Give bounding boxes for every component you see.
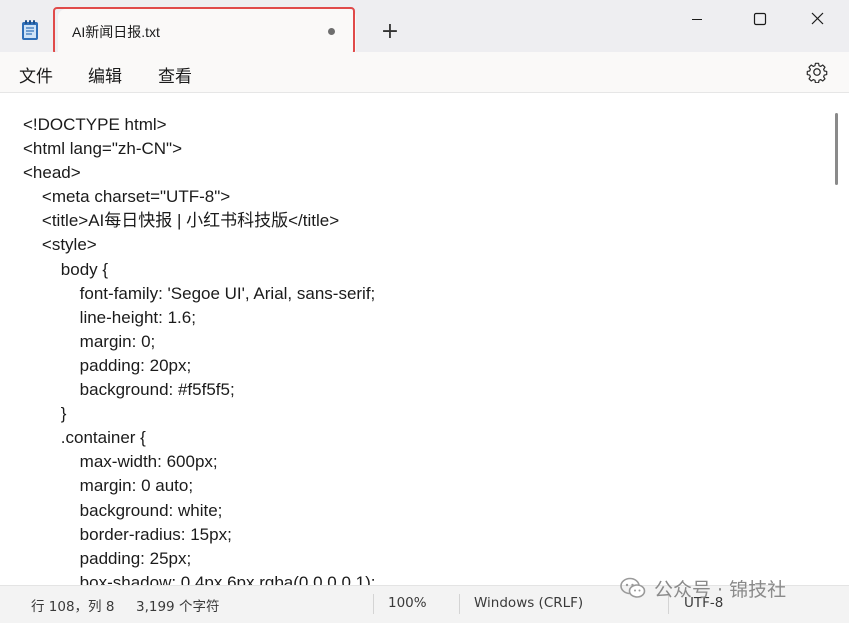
notepad-icon: [22, 20, 38, 40]
menu-file[interactable]: 文件: [19, 62, 53, 87]
code-line: .container {: [23, 428, 146, 448]
text-editor[interactable]: <!DOCTYPE html> <html lang="zh-CN"> <head>…: [0, 93, 849, 585]
maximize-button[interactable]: [727, 0, 791, 40]
code-line: margin: 0;: [23, 331, 156, 351]
code-line: line-height: 1.6;: [23, 307, 196, 327]
cursor-position: 行 108，列 8: [31, 599, 115, 615]
minimize-icon: [692, 19, 702, 20]
close-icon: [811, 12, 824, 25]
maximize-icon: [753, 12, 767, 26]
zoom-level[interactable]: 100%: [388, 595, 427, 611]
status-divider: [459, 594, 460, 614]
code-line: box-shadow: 0 4px 6px rgba(0,0,0,0.1);: [23, 572, 376, 585]
code-line: <title>AI每日快报 | 小红书科技版</title>: [23, 211, 340, 231]
code-line: max-width: 600px;: [23, 452, 218, 472]
plus-icon: +: [380, 19, 400, 44]
character-count: 3,199 个字符: [136, 599, 220, 615]
code-line: <html lang="zh-CN">: [23, 139, 183, 159]
code-line: <head>: [23, 163, 81, 183]
code-line: background: #f5f5f5;: [23, 380, 235, 400]
code-line: border-radius: 15px;: [23, 524, 232, 544]
unsaved-indicator-icon[interactable]: [328, 28, 335, 35]
wechat-icon: [620, 577, 646, 598]
code-line: <!DOCTYPE html>: [23, 115, 167, 134]
code-line: <style>: [23, 235, 97, 255]
code-line: padding: 20px;: [23, 355, 192, 375]
watermark-text: 公众号 · 锦技社: [654, 579, 787, 601]
new-tab-button[interactable]: +: [378, 20, 402, 44]
vertical-scrollbar[interactable]: [835, 113, 838, 185]
gear-icon[interactable]: [806, 61, 828, 83]
title-bar: AI新闻日报.txt +: [0, 0, 849, 55]
code-line: background: white;: [23, 500, 223, 520]
line-ending[interactable]: Windows (CRLF): [474, 595, 583, 611]
code-line: body {: [23, 259, 109, 279]
menu-view[interactable]: 查看: [158, 62, 192, 87]
code-line: <meta charset="UTF-8">: [23, 187, 231, 207]
status-divider: [373, 594, 374, 614]
tab-title: AI新闻日报.txt: [72, 24, 160, 40]
menu-bar: 文件 编辑 查看: [0, 52, 849, 93]
editor-content[interactable]: <!DOCTYPE html> <html lang="zh-CN"> <head>…: [23, 113, 375, 585]
close-button[interactable]: [785, 0, 849, 40]
code-line: font-family: 'Segoe UI', Arial, sans-ser…: [23, 283, 376, 303]
minimize-button[interactable]: [665, 0, 729, 40]
menu-edit[interactable]: 编辑: [88, 62, 122, 87]
code-line: }: [23, 404, 67, 424]
tab-ai-news[interactable]: AI新闻日报.txt: [58, 9, 356, 55]
code-line: margin: 0 auto;: [23, 476, 194, 496]
code-line: padding: 25px;: [23, 548, 192, 568]
